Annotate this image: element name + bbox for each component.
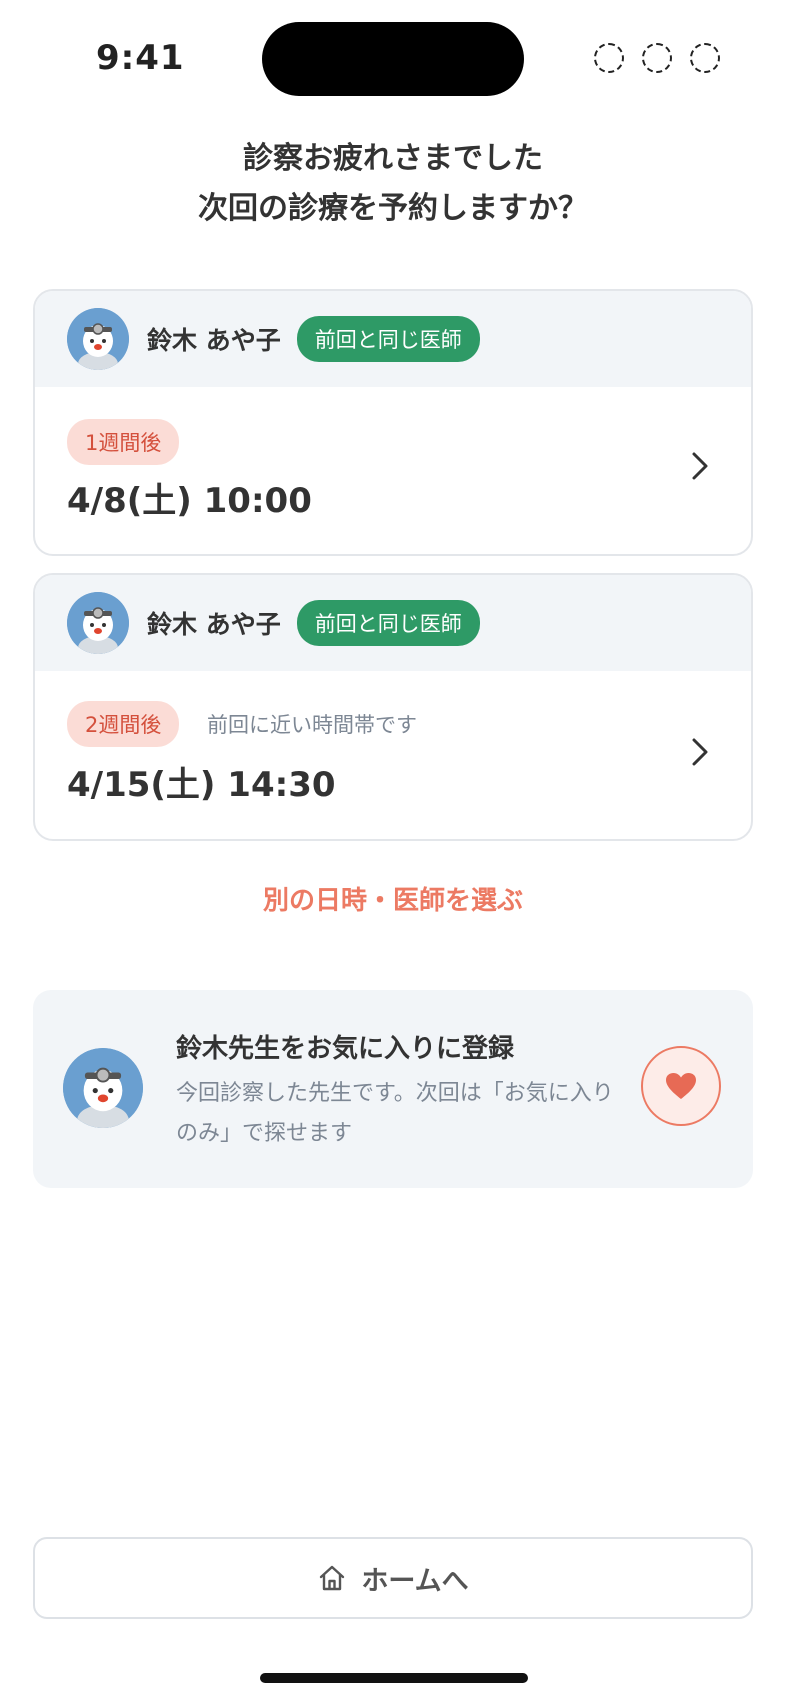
doctor-name: 鈴木 あや子 [147,326,281,355]
status-icon [594,43,624,73]
slot-card-2[interactable]: 鈴木 あや子 前回と同じ医師 2週間後 前回に近い時間帯です 4/15(土) 1… [33,573,753,841]
same-doctor-badge: 前回と同じ医師 [296,316,480,362]
chevron-right-icon [692,452,708,480]
home-icon [320,1565,345,1591]
status-icons [594,43,720,73]
phone-screen: 9:41 診察お疲れさまでした 次回の診療を予約しますか？ 鈴木 あや子 前回と… [0,0,786,1704]
favorite-title: 鈴木先生をお気に入りに登録 [176,1034,515,1064]
slot-card-1[interactable]: 鈴木 あや子 前回と同じ医師 1週間後 4/8(土) 10:00 [33,289,753,556]
home-button-label: ホームへ [361,1565,469,1597]
doctor-avatar [67,592,129,654]
slot-card-header: 鈴木 あや子 前回と同じ医師 [35,291,751,387]
slot-datetime: 4/8(土) 10:00 [67,481,312,521]
slot-card-body: 1週間後 4/8(土) 10:00 [35,387,751,547]
slot-note: 前回に近い時間帯です [207,713,417,737]
slot-datetime: 4/15(土) 14:30 [67,765,336,805]
same-doctor-badge: 前回と同じ医師 [296,600,480,646]
favorite-button[interactable] [641,1046,721,1126]
page-title-line1: 診察お疲れさまでした [243,141,543,176]
slot-card-header: 鈴木 あや子 前回と同じ医師 [35,575,751,671]
status-icon [690,43,720,73]
chevron-right-icon [692,738,708,766]
favorite-panel: 鈴木先生をお気に入りに登録 今回診察した先生です。次回は「お気に入りのみ」で探せ… [33,990,753,1188]
favorite-description: 今回診察した先生です。次回は「お気に入りのみ」で探せます [176,1081,614,1146]
doctor-avatar [63,1048,143,1128]
choose-other-link[interactable]: 別の日時・医師を選ぶ [0,880,786,917]
status-icon [642,43,672,73]
page-title-line2: 次回の診療を予約しますか？ [198,191,588,226]
doctor-avatar [67,308,129,370]
doctor-name: 鈴木 あや子 [147,610,281,639]
home-button[interactable]: ホームへ [33,1537,753,1619]
heart-icon [666,1073,696,1099]
dynamic-island [262,22,524,96]
slot-card-body: 2週間後 前回に近い時間帯です 4/15(土) 14:30 [35,671,751,831]
period-badge: 1週間後 [67,419,180,465]
period-badge: 2週間後 [67,701,180,747]
home-indicator [260,1673,528,1683]
status-time: 9:41 [96,38,185,78]
